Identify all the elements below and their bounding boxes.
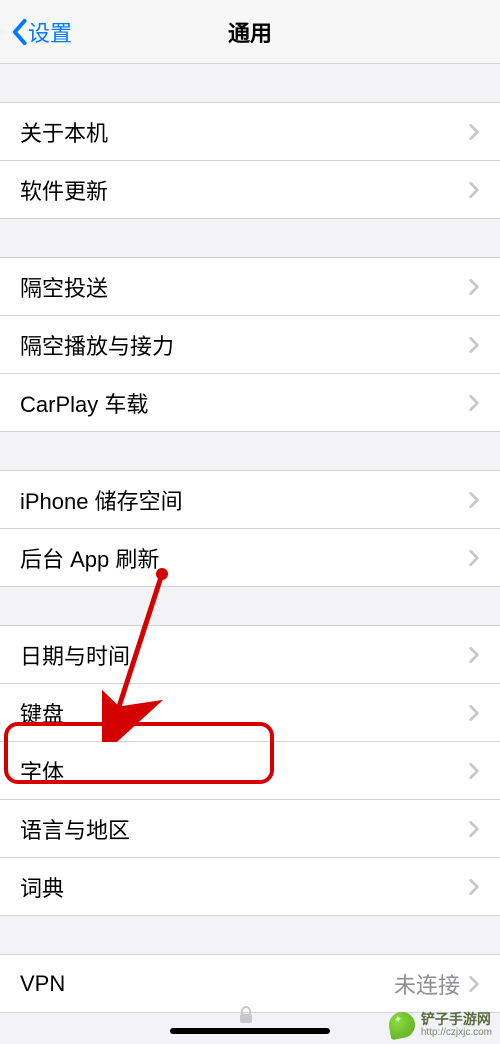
watermark-url: http://czjxjc.com	[421, 1027, 492, 1038]
chevron-right-icon	[468, 975, 480, 993]
back-label: 设置	[28, 16, 72, 48]
row-label: CarPlay 车载	[20, 387, 468, 419]
row-label: 隔空播放与接力	[20, 329, 468, 361]
settings-group: VPN未连接	[0, 954, 500, 1013]
settings-group: 日期与时间键盘字体语言与地区词典	[0, 625, 500, 916]
row-label: iPhone 储存空间	[20, 484, 468, 516]
nav-bar: 设置 通用	[0, 0, 500, 64]
watermark: 铲子手游网 http://czjxjc.com	[389, 1012, 492, 1038]
settings-group: 隔空投送隔空播放与接力 CarPlay 车载	[0, 257, 500, 432]
chevron-right-icon	[468, 278, 480, 296]
chevron-right-icon	[468, 394, 480, 412]
row-label: 字体	[20, 755, 468, 787]
settings-group: iPhone 储存空间后台 App 刷新	[0, 470, 500, 587]
row-label: 后台 App 刷新	[20, 542, 468, 574]
row-date-time[interactable]: 日期与时间	[0, 626, 500, 684]
row-keyboard[interactable]: 键盘	[0, 684, 500, 742]
row-label: 语言与地区	[20, 813, 468, 845]
row-label: 隔空投送	[20, 271, 468, 303]
row-background-app-refresh[interactable]: 后台 App 刷新	[0, 529, 500, 587]
row-label: 键盘	[20, 697, 468, 729]
row-label: 日期与时间	[20, 639, 468, 671]
chevron-left-icon	[10, 18, 28, 46]
chevron-right-icon	[468, 878, 480, 896]
watermark-name: 铲子手游网	[421, 1012, 491, 1027]
row-fonts[interactable]: 字体	[0, 742, 500, 800]
row-airdrop[interactable]: 隔空投送	[0, 258, 500, 316]
row-airplay-handoff[interactable]: 隔空播放与接力	[0, 316, 500, 374]
row-label: 关于本机	[20, 116, 468, 148]
row-dictionary[interactable]: 词典	[0, 858, 500, 916]
chevron-right-icon	[468, 123, 480, 141]
chevron-right-icon	[468, 820, 480, 838]
row-about[interactable]: 关于本机	[0, 103, 500, 161]
row-label: 软件更新	[20, 174, 468, 206]
chevron-right-icon	[468, 762, 480, 780]
settings-group: 关于本机软件更新	[0, 102, 500, 219]
row-label: 词典	[20, 871, 468, 903]
row-software-update[interactable]: 软件更新	[0, 161, 500, 219]
chevron-right-icon	[468, 336, 480, 354]
chevron-right-icon	[468, 704, 480, 722]
row-value: 未连接	[394, 968, 460, 1000]
chevron-right-icon	[468, 549, 480, 567]
row-carplay[interactable]: CarPlay 车载	[0, 374, 500, 432]
chevron-right-icon	[468, 181, 480, 199]
row-vpn[interactable]: VPN未连接	[0, 955, 500, 1013]
home-indicator	[170, 1028, 330, 1034]
watermark-logo-icon	[387, 1010, 417, 1040]
chevron-right-icon	[468, 491, 480, 509]
chevron-right-icon	[468, 646, 480, 664]
row-label: VPN	[20, 971, 394, 997]
page-title: 通用	[228, 16, 272, 48]
back-button[interactable]: 设置	[0, 16, 72, 48]
row-language-region[interactable]: 语言与地区	[0, 800, 500, 858]
row-iphone-storage[interactable]: iPhone 储存空间	[0, 471, 500, 529]
